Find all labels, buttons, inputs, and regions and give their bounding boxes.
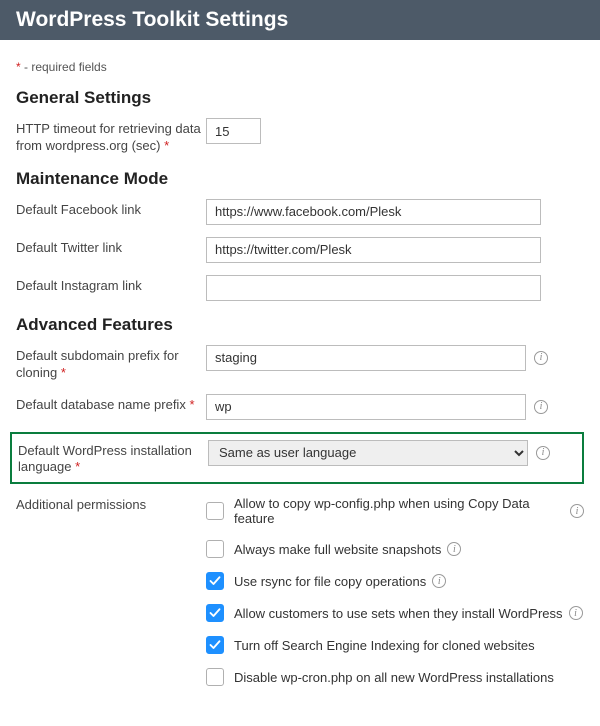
required-fields-note: * - required fields	[16, 60, 584, 74]
permission-row: Turn off Search Engine Indexing for clon…	[206, 636, 584, 654]
row-instagram-link: Default Instagram link	[16, 275, 584, 301]
permission-checkbox[interactable]	[206, 668, 224, 686]
info-icon[interactable]: i	[570, 504, 584, 518]
info-icon[interactable]: i	[536, 446, 550, 460]
label-db-prefix: Default database name prefix *	[16, 394, 206, 414]
settings-form: * - required fields General Settings HTT…	[0, 40, 600, 720]
label-twitter-link: Default Twitter link	[16, 237, 206, 257]
permission-row: Allow to copy wp-config.php when using C…	[206, 496, 584, 526]
label-install-language: Default WordPress installation language …	[18, 440, 208, 477]
required-note-text: - required fields	[21, 60, 107, 74]
select-install-language[interactable]: Same as user language	[208, 440, 528, 466]
permission-checkbox[interactable]	[206, 540, 224, 558]
input-db-prefix[interactable]	[206, 394, 526, 420]
row-twitter-link: Default Twitter link	[16, 237, 584, 263]
section-heading-advanced: Advanced Features	[16, 315, 584, 335]
permission-row: Disable wp-cron.php on all new WordPress…	[206, 668, 584, 686]
permission-label: Allow customers to use sets when they in…	[234, 606, 563, 621]
permission-row: Allow customers to use sets when they in…	[206, 604, 584, 622]
info-icon[interactable]: i	[432, 574, 446, 588]
section-heading-maintenance: Maintenance Mode	[16, 169, 584, 189]
section-heading-general: General Settings	[16, 88, 584, 108]
permission-checkbox[interactable]	[206, 636, 224, 654]
permission-checkbox[interactable]	[206, 502, 224, 520]
info-icon[interactable]: i	[447, 542, 461, 556]
label-instagram-link: Default Instagram link	[16, 275, 206, 295]
permission-label: Use rsync for file copy operations	[234, 574, 426, 589]
permission-label: Disable wp-cron.php on all new WordPress…	[234, 670, 554, 685]
label-subdomain-prefix: Default subdomain prefix for cloning *	[16, 345, 206, 382]
permission-label: Turn off Search Engine Indexing for clon…	[234, 638, 535, 653]
label-facebook-link: Default Facebook link	[16, 199, 206, 219]
row-http-timeout: HTTP timeout for retrieving data from wo…	[16, 118, 584, 155]
input-instagram-link[interactable]	[206, 275, 541, 301]
input-http-timeout[interactable]	[206, 118, 261, 144]
page-header: WordPress Toolkit Settings	[0, 0, 600, 40]
info-icon[interactable]: i	[569, 606, 583, 620]
highlighted-setting: Default WordPress installation language …	[10, 432, 584, 485]
page-title: WordPress Toolkit Settings	[16, 8, 584, 32]
input-twitter-link[interactable]	[206, 237, 541, 263]
permission-label: Always make full website snapshots	[234, 542, 441, 557]
input-subdomain-prefix[interactable]	[206, 345, 526, 371]
permission-checkbox[interactable]	[206, 604, 224, 622]
label-additional-permissions: Additional permissions	[16, 494, 206, 514]
label-http-timeout: HTTP timeout for retrieving data from wo…	[16, 118, 206, 155]
input-facebook-link[interactable]	[206, 199, 541, 225]
row-install-language: Default WordPress installation language …	[18, 440, 578, 477]
info-icon[interactable]: i	[534, 400, 548, 414]
info-icon[interactable]: i	[534, 351, 548, 365]
row-subdomain-prefix: Default subdomain prefix for cloning * i	[16, 345, 584, 382]
permission-label: Allow to copy wp-config.php when using C…	[234, 496, 564, 526]
permission-row: Always make full website snapshots i	[206, 540, 584, 558]
row-db-prefix: Default database name prefix * i	[16, 394, 584, 420]
permissions-list: Allow to copy wp-config.php when using C…	[206, 496, 584, 686]
row-facebook-link: Default Facebook link	[16, 199, 584, 225]
permission-row: Use rsync for file copy operations i	[206, 572, 584, 590]
permission-checkbox[interactable]	[206, 572, 224, 590]
